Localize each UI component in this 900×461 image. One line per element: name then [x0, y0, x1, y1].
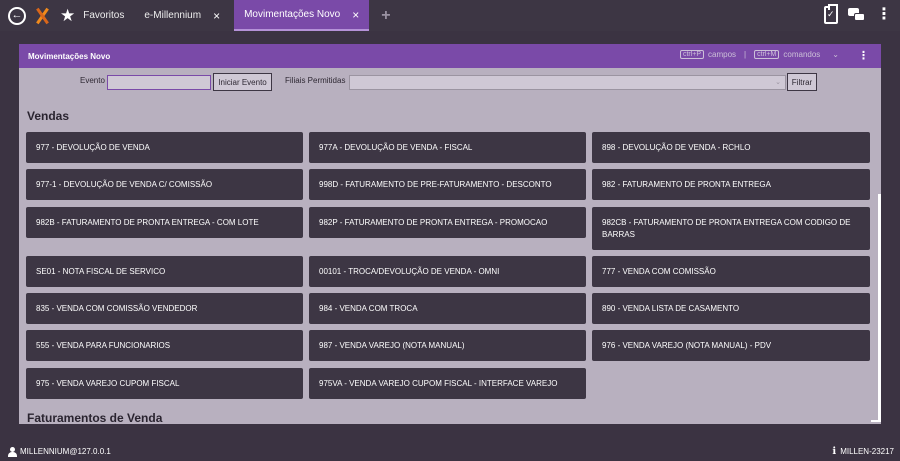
shortcut-key-commands: ctrl+M — [754, 50, 780, 59]
shortcut-separator: | — [744, 50, 747, 59]
evento-card[interactable]: 777 - VENDA COM COMISSÃO — [592, 256, 870, 287]
evento-card[interactable]: 998D - FATURAMENTO DE PRE-FATURAMENTO - … — [309, 169, 586, 200]
chevron-down-icon: ⌄ — [775, 79, 781, 86]
window-header: Movimentações Novo ctrl+P campos | ctrl+… — [19, 44, 881, 68]
close-icon[interactable]: × — [213, 9, 220, 23]
filtrar-button[interactable]: Filtrar — [787, 73, 817, 91]
status-machine: MILLEN-23217 — [840, 447, 894, 456]
clipboard-check-icon[interactable] — [824, 4, 838, 24]
evento-input[interactable] — [107, 75, 211, 90]
evento-card[interactable]: 977 - DEVOLUÇÃO DE VENDA — [26, 132, 303, 163]
top-bar: ← ★ Favoritos e-Millennium × Movimentaçõ… — [0, 0, 900, 31]
star-icon[interactable]: ★ — [60, 7, 75, 24]
info-icon[interactable]: ℹ — [832, 446, 836, 457]
status-user: MILLENNIUM@127.0.0.1 — [20, 447, 111, 456]
evento-card[interactable]: 890 - VENDA LISTA DE CASAMENTO — [592, 293, 870, 324]
evento-card[interactable]: 982 - FATURAMENTO DE PRONTA ENTREGA — [592, 169, 870, 200]
shortcut-key-fields: ctrl+P — [679, 50, 705, 59]
tab-label: Movimentações Novo — [244, 9, 341, 20]
evento-card[interactable]: 982B - FATURAMENTO DE PRONTA ENTREGA - C… — [26, 207, 303, 238]
evento-card[interactable]: 977-1 - DEVOLUÇÃO DE VENDA C/ COMISSÃO — [26, 169, 303, 200]
evento-card[interactable]: 984 - VENDA COM TROCA — [309, 293, 586, 324]
shortcut-label-fields: campos — [708, 50, 737, 59]
back-icon[interactable]: ← — [8, 6, 26, 25]
evento-card[interactable]: 982CB - FATURAMENTO DE PRONTA ENTREGA CO… — [592, 207, 870, 250]
evento-card[interactable]: 835 - VENDA COM COMISSÃO VENDEDOR — [26, 293, 303, 324]
iniciar-evento-button[interactable]: Iniciar Evento — [213, 73, 272, 91]
shortcut-label-commands: comandos — [783, 50, 821, 59]
more-vertical-icon[interactable]: ⋮ — [876, 7, 892, 23]
evento-card[interactable]: 976 - VENDA VAREJO (NOTA MANUAL) - PDV — [592, 330, 870, 361]
millennium-logo-icon[interactable] — [34, 7, 50, 25]
tab-favoritos[interactable]: Favoritos — [77, 0, 138, 31]
add-tab-icon[interactable]: + — [381, 7, 390, 25]
evento-card[interactable]: 987 - VENDA VAREJO (NOTA MANUAL) — [309, 330, 586, 361]
vertical-scrollbar[interactable] — [878, 194, 881, 422]
filter-bar: Evento Iniciar Evento Filiais Permitidas… — [19, 68, 881, 98]
window-title: Movimentações Novo — [28, 51, 111, 61]
shortcut-hints: ctrl+P campos | ctrl+M comandos ⌄ — [679, 50, 839, 59]
scrollbar-end — [871, 420, 881, 422]
tab-label: Favoritos — [83, 10, 125, 21]
close-icon[interactable]: × — [352, 8, 359, 22]
evento-card[interactable]: 975VA - VENDA VAREJO CUPOM FISCAL - INTE… — [309, 368, 586, 399]
window-menu-icon[interactable]: ⋮ — [858, 49, 869, 62]
movimentacoes-window: Movimentações Novo ctrl+P campos | ctrl+… — [19, 44, 881, 424]
chevron-down-icon[interactable]: ⌄ — [832, 50, 839, 59]
tab-label: e-Millennium — [144, 10, 202, 21]
section-title-vendas: Vendas — [27, 109, 70, 123]
next-section-clip: Faturamentos de Venda — [19, 409, 859, 424]
section-title-faturamentos: Faturamentos de Venda — [27, 411, 163, 424]
evento-card[interactable]: 898 - DEVOLUÇÃO DE VENDA - RCHLO — [592, 132, 870, 163]
tab-e-millennium[interactable]: e-Millennium × — [138, 0, 226, 31]
filiais-label: Filiais Permitidas — [285, 76, 346, 85]
status-right: ℹ MILLEN-23217 — [832, 446, 894, 457]
chat-icon[interactable] — [848, 8, 866, 22]
filiais-select[interactable]: ⌄ — [349, 75, 786, 90]
user-icon — [7, 446, 17, 457]
evento-card[interactable]: 555 - VENDA PARA FUNCIONARIOS — [26, 330, 303, 361]
evento-card[interactable]: 982P - FATURAMENTO DE PRONTA ENTREGA - P… — [309, 207, 586, 238]
status-bar: MILLENNIUM@127.0.0.1 ℹ MILLEN-23217 — [0, 442, 900, 461]
tab-movimentacoes-novo[interactable]: Movimentações Novo × — [234, 0, 370, 31]
evento-card[interactable]: 975 - VENDA VAREJO CUPOM FISCAL — [26, 368, 303, 399]
evento-card[interactable]: 00101 - TROCA/DEVOLUÇÃO DE VENDA - OMNI — [309, 256, 586, 287]
evento-label: Evento — [80, 76, 105, 85]
evento-card[interactable]: 977A - DEVOLUÇÃO DE VENDA - FISCAL — [309, 132, 586, 163]
evento-card[interactable]: SE01 - NOTA FISCAL DE SERVICO — [26, 256, 303, 287]
top-right-actions: ⋮ — [824, 4, 892, 24]
